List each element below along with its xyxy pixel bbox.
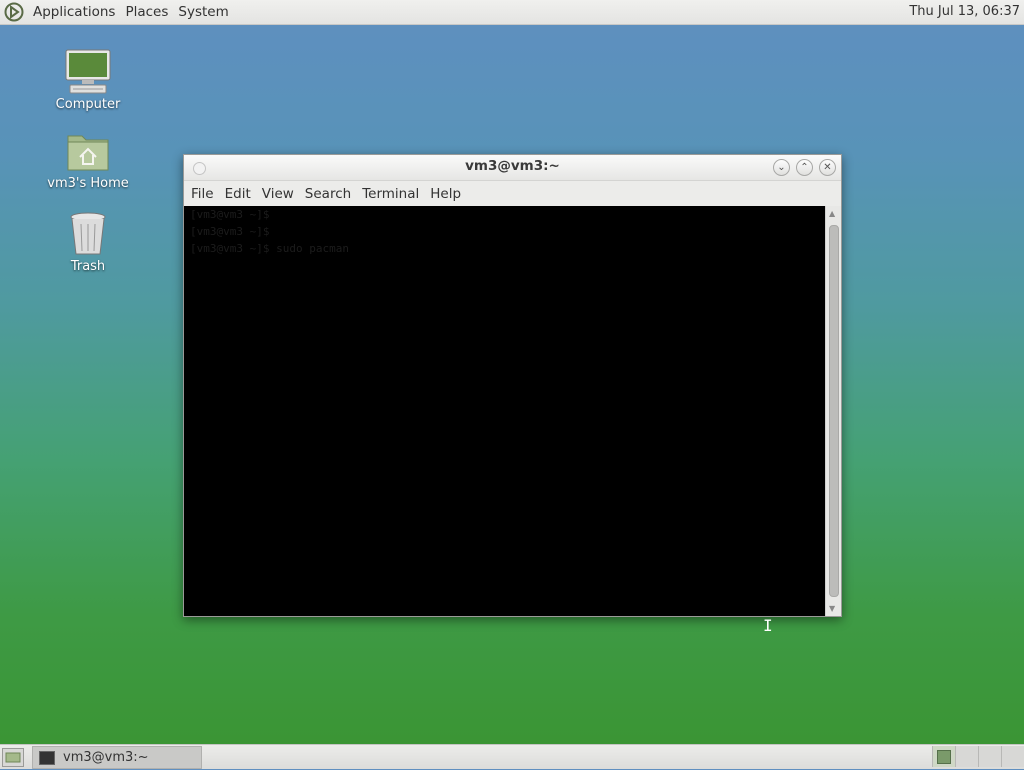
text-cursor-icon: I: [763, 616, 773, 635]
bottom-panel: vm3@vm3:~: [0, 744, 1024, 769]
chevron-up-icon: ⌃: [800, 162, 809, 173]
desktop-icon-trash[interactable]: Trash: [43, 211, 133, 274]
taskbar-item-label: vm3@vm3:~: [63, 750, 149, 765]
desktop-icon: [5, 752, 21, 763]
top-panel: Applications Places System Thu Jul 13, 0…: [0, 0, 1024, 25]
show-desktop-button[interactable]: [2, 748, 24, 767]
terminal-area[interactable]: [vm3@vm3 ~]$ [vm3@vm3 ~]$ [vm3@vm3 ~]$ s…: [184, 206, 825, 635]
scroll-down-icon[interactable]: ▼: [829, 604, 835, 613]
workspace-2[interactable]: [955, 746, 978, 767]
window-title: vm3@vm3:~: [465, 158, 560, 174]
workspace-1[interactable]: [932, 746, 955, 767]
chevron-down-icon: ⌄: [777, 162, 786, 173]
workspace-3[interactable]: [978, 746, 1001, 767]
menu-terminal[interactable]: Terminal: [358, 186, 423, 202]
close-button[interactable]: ✕: [819, 159, 836, 176]
menu-search[interactable]: Search: [301, 186, 355, 202]
terminal-line: [vm3@vm3 ~]$: [190, 225, 270, 238]
terminal-menubar: File Edit View Search Terminal Help: [184, 181, 841, 206]
desktop-icon-home[interactable]: vm3's Home: [43, 130, 133, 191]
terminal-line: [vm3@vm3 ~]$: [190, 208, 270, 221]
system-menu[interactable]: System: [173, 4, 233, 20]
clock[interactable]: Thu Jul 13, 06:37: [909, 4, 1020, 19]
terminal-window: vm3@vm3:~ ⌄ ⌃ ✕ File Edit View Search Te…: [183, 154, 842, 635]
menu-help[interactable]: Help: [426, 186, 465, 202]
window-titlebar[interactable]: vm3@vm3:~ ⌄ ⌃ ✕: [184, 155, 841, 181]
applications-menu[interactable]: Applications: [28, 4, 120, 20]
home-folder-icon: [67, 135, 109, 171]
menu-view[interactable]: View: [258, 186, 298, 202]
terminal-line: [vm3@vm3 ~]$ sudo pacman: [190, 242, 349, 255]
taskbar-item-terminal[interactable]: vm3@vm3:~: [32, 746, 202, 769]
workspace-switcher: [932, 746, 1024, 768]
terminal-scrollbar[interactable]: ▲ ▼: [825, 206, 841, 616]
trash-icon: [70, 212, 106, 255]
desktop-icon-label: Computer: [55, 97, 121, 112]
computer-icon: [65, 49, 111, 94]
menu-edit[interactable]: Edit: [221, 186, 255, 202]
desktop-icon-computer[interactable]: Computer: [43, 49, 133, 112]
menu-file[interactable]: File: [187, 186, 218, 202]
minimize-button[interactable]: ⌄: [773, 159, 790, 176]
scrollbar-thumb[interactable]: [829, 225, 839, 597]
maximize-button[interactable]: ⌃: [796, 159, 813, 176]
places-menu[interactable]: Places: [120, 4, 173, 20]
desktop-icon-label: vm3's Home: [47, 176, 129, 191]
window-menu-icon[interactable]: [193, 162, 206, 175]
distro-logo-icon[interactable]: [4, 2, 24, 22]
workspace-4[interactable]: [1001, 746, 1024, 767]
desktop-icon-label: Trash: [70, 259, 106, 274]
scroll-up-icon[interactable]: ▲: [829, 209, 835, 218]
terminal-icon: [39, 750, 55, 765]
close-icon: ✕: [823, 162, 832, 173]
